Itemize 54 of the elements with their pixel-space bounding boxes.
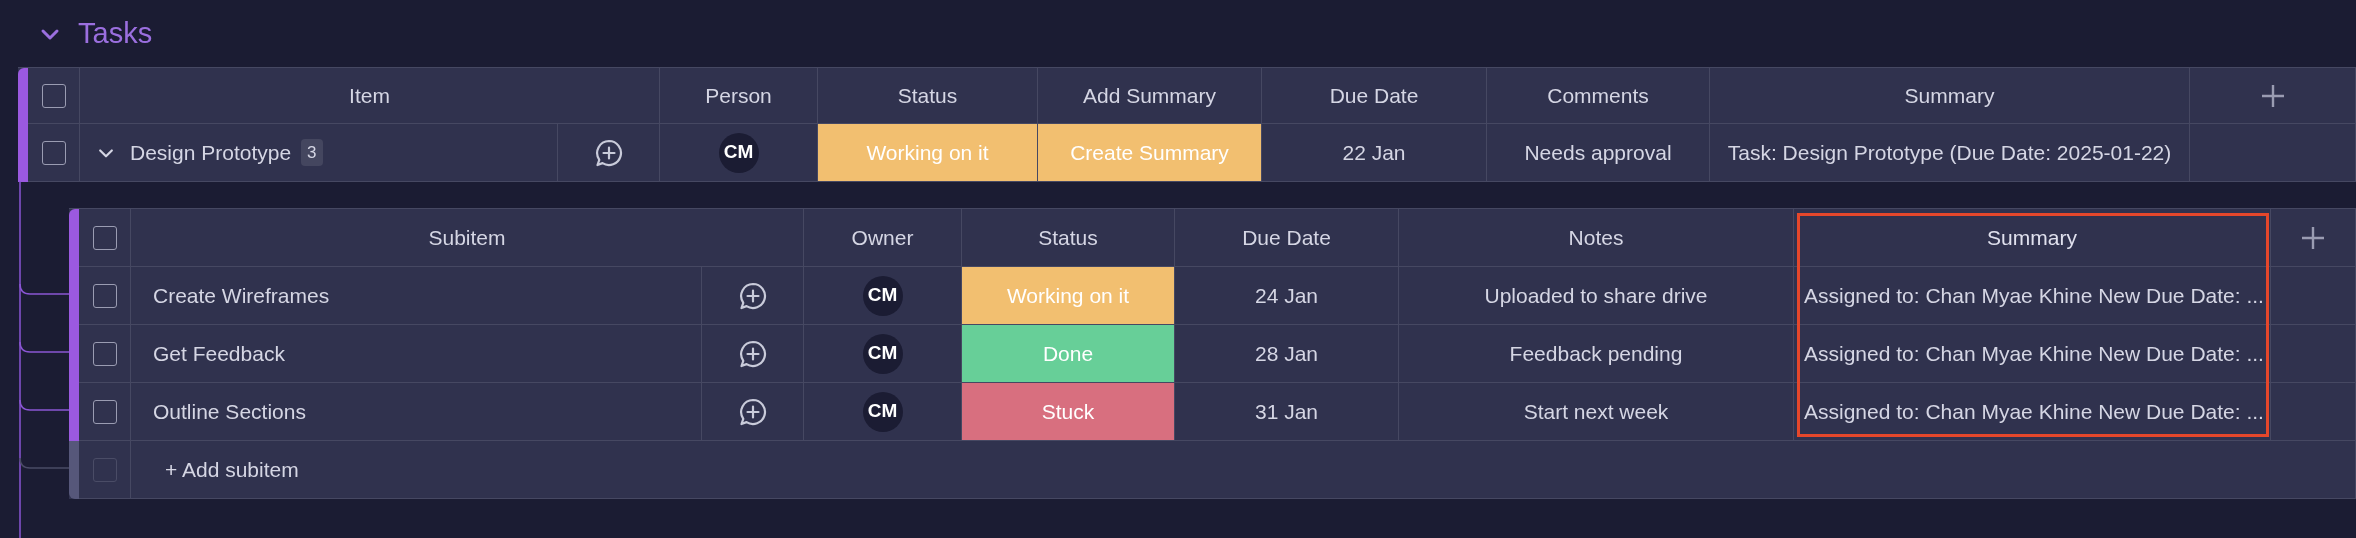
- status-label[interactable]: Stuck: [962, 383, 1175, 441]
- summary-text: Task: Design Prototype (Due Date: 2025-01-22): [1727, 139, 2172, 166]
- add-comment-icon[interactable]: [737, 280, 768, 311]
- add-comment-icon[interactable]: [737, 396, 768, 427]
- column-header: Status: [897, 82, 958, 109]
- avatar: CM: [862, 275, 903, 316]
- column-header: Summary: [1987, 224, 2077, 251]
- add-column-icon[interactable]: [2300, 224, 2326, 251]
- status-label[interactable]: Working on it: [962, 267, 1175, 325]
- subitem-name: Create Wireframes: [153, 282, 330, 309]
- due-date: 28 Jan: [1254, 340, 1319, 367]
- column-header: Add Summary: [1082, 82, 1216, 109]
- avatar: CM: [862, 391, 903, 432]
- summary-text: Assigned to: Chan Myae Khine New Due Date: ...: [1804, 340, 2264, 367]
- column-header: Comments: [1547, 82, 1649, 109]
- row-checkbox[interactable]: [41, 140, 66, 165]
- row-checkbox[interactable]: [92, 341, 117, 366]
- note-text: Start next week: [1523, 398, 1669, 425]
- add-column-icon[interactable]: [2259, 82, 2286, 109]
- subitem-name: Get Feedback: [153, 340, 285, 367]
- add-row-bar: [69, 441, 79, 499]
- subitem-name: Outline Sections: [153, 398, 306, 425]
- item-name: Design Prototype: [130, 139, 292, 166]
- column-header: Summary: [1904, 82, 1995, 109]
- status-label[interactable]: Working on it: [818, 124, 1038, 182]
- row-checkbox[interactable]: [92, 399, 117, 424]
- column-header: Status: [1038, 224, 1098, 251]
- column-header: Due Date: [1329, 82, 1419, 109]
- column-header: Due Date: [1242, 224, 1331, 251]
- note-text: Feedback pending: [1509, 340, 1683, 367]
- create-summary-button[interactable]: Create Summary: [1038, 124, 1262, 182]
- comment-text: Needs approval: [1524, 139, 1672, 166]
- row-checkbox[interactable]: [92, 225, 117, 250]
- column-header: Notes: [1568, 224, 1624, 251]
- column-header: Subitem: [428, 224, 506, 251]
- row-checkbox[interactable]: [41, 83, 66, 108]
- avatar: CM: [862, 333, 903, 374]
- add-comment-icon[interactable]: [737, 338, 768, 369]
- note-text: Uploaded to share drive: [1484, 282, 1708, 309]
- due-date: 22 Jan: [1342, 139, 1406, 166]
- column-header: Item: [349, 82, 390, 109]
- add-subitem-link[interactable]: + Add subitem: [165, 453, 299, 486]
- subitem-count-badge: 3: [301, 138, 323, 167]
- due-date: 24 Jan: [1254, 282, 1319, 309]
- add-comment-icon[interactable]: [593, 137, 624, 168]
- status-label[interactable]: Done: [962, 325, 1175, 383]
- column-header: Owner: [851, 224, 914, 251]
- summary-text: Assigned to: Chan Myae Khine New Due Date: ...: [1804, 398, 2264, 425]
- column-header: Person: [705, 82, 772, 109]
- summary-text: Assigned to: Chan Myae Khine New Due Date: ...: [1804, 282, 2264, 309]
- avatar: CM: [718, 132, 759, 173]
- row-checkbox[interactable]: [92, 283, 117, 308]
- group-title: Tasks: [78, 15, 153, 51]
- due-date: 31 Jan: [1254, 398, 1319, 425]
